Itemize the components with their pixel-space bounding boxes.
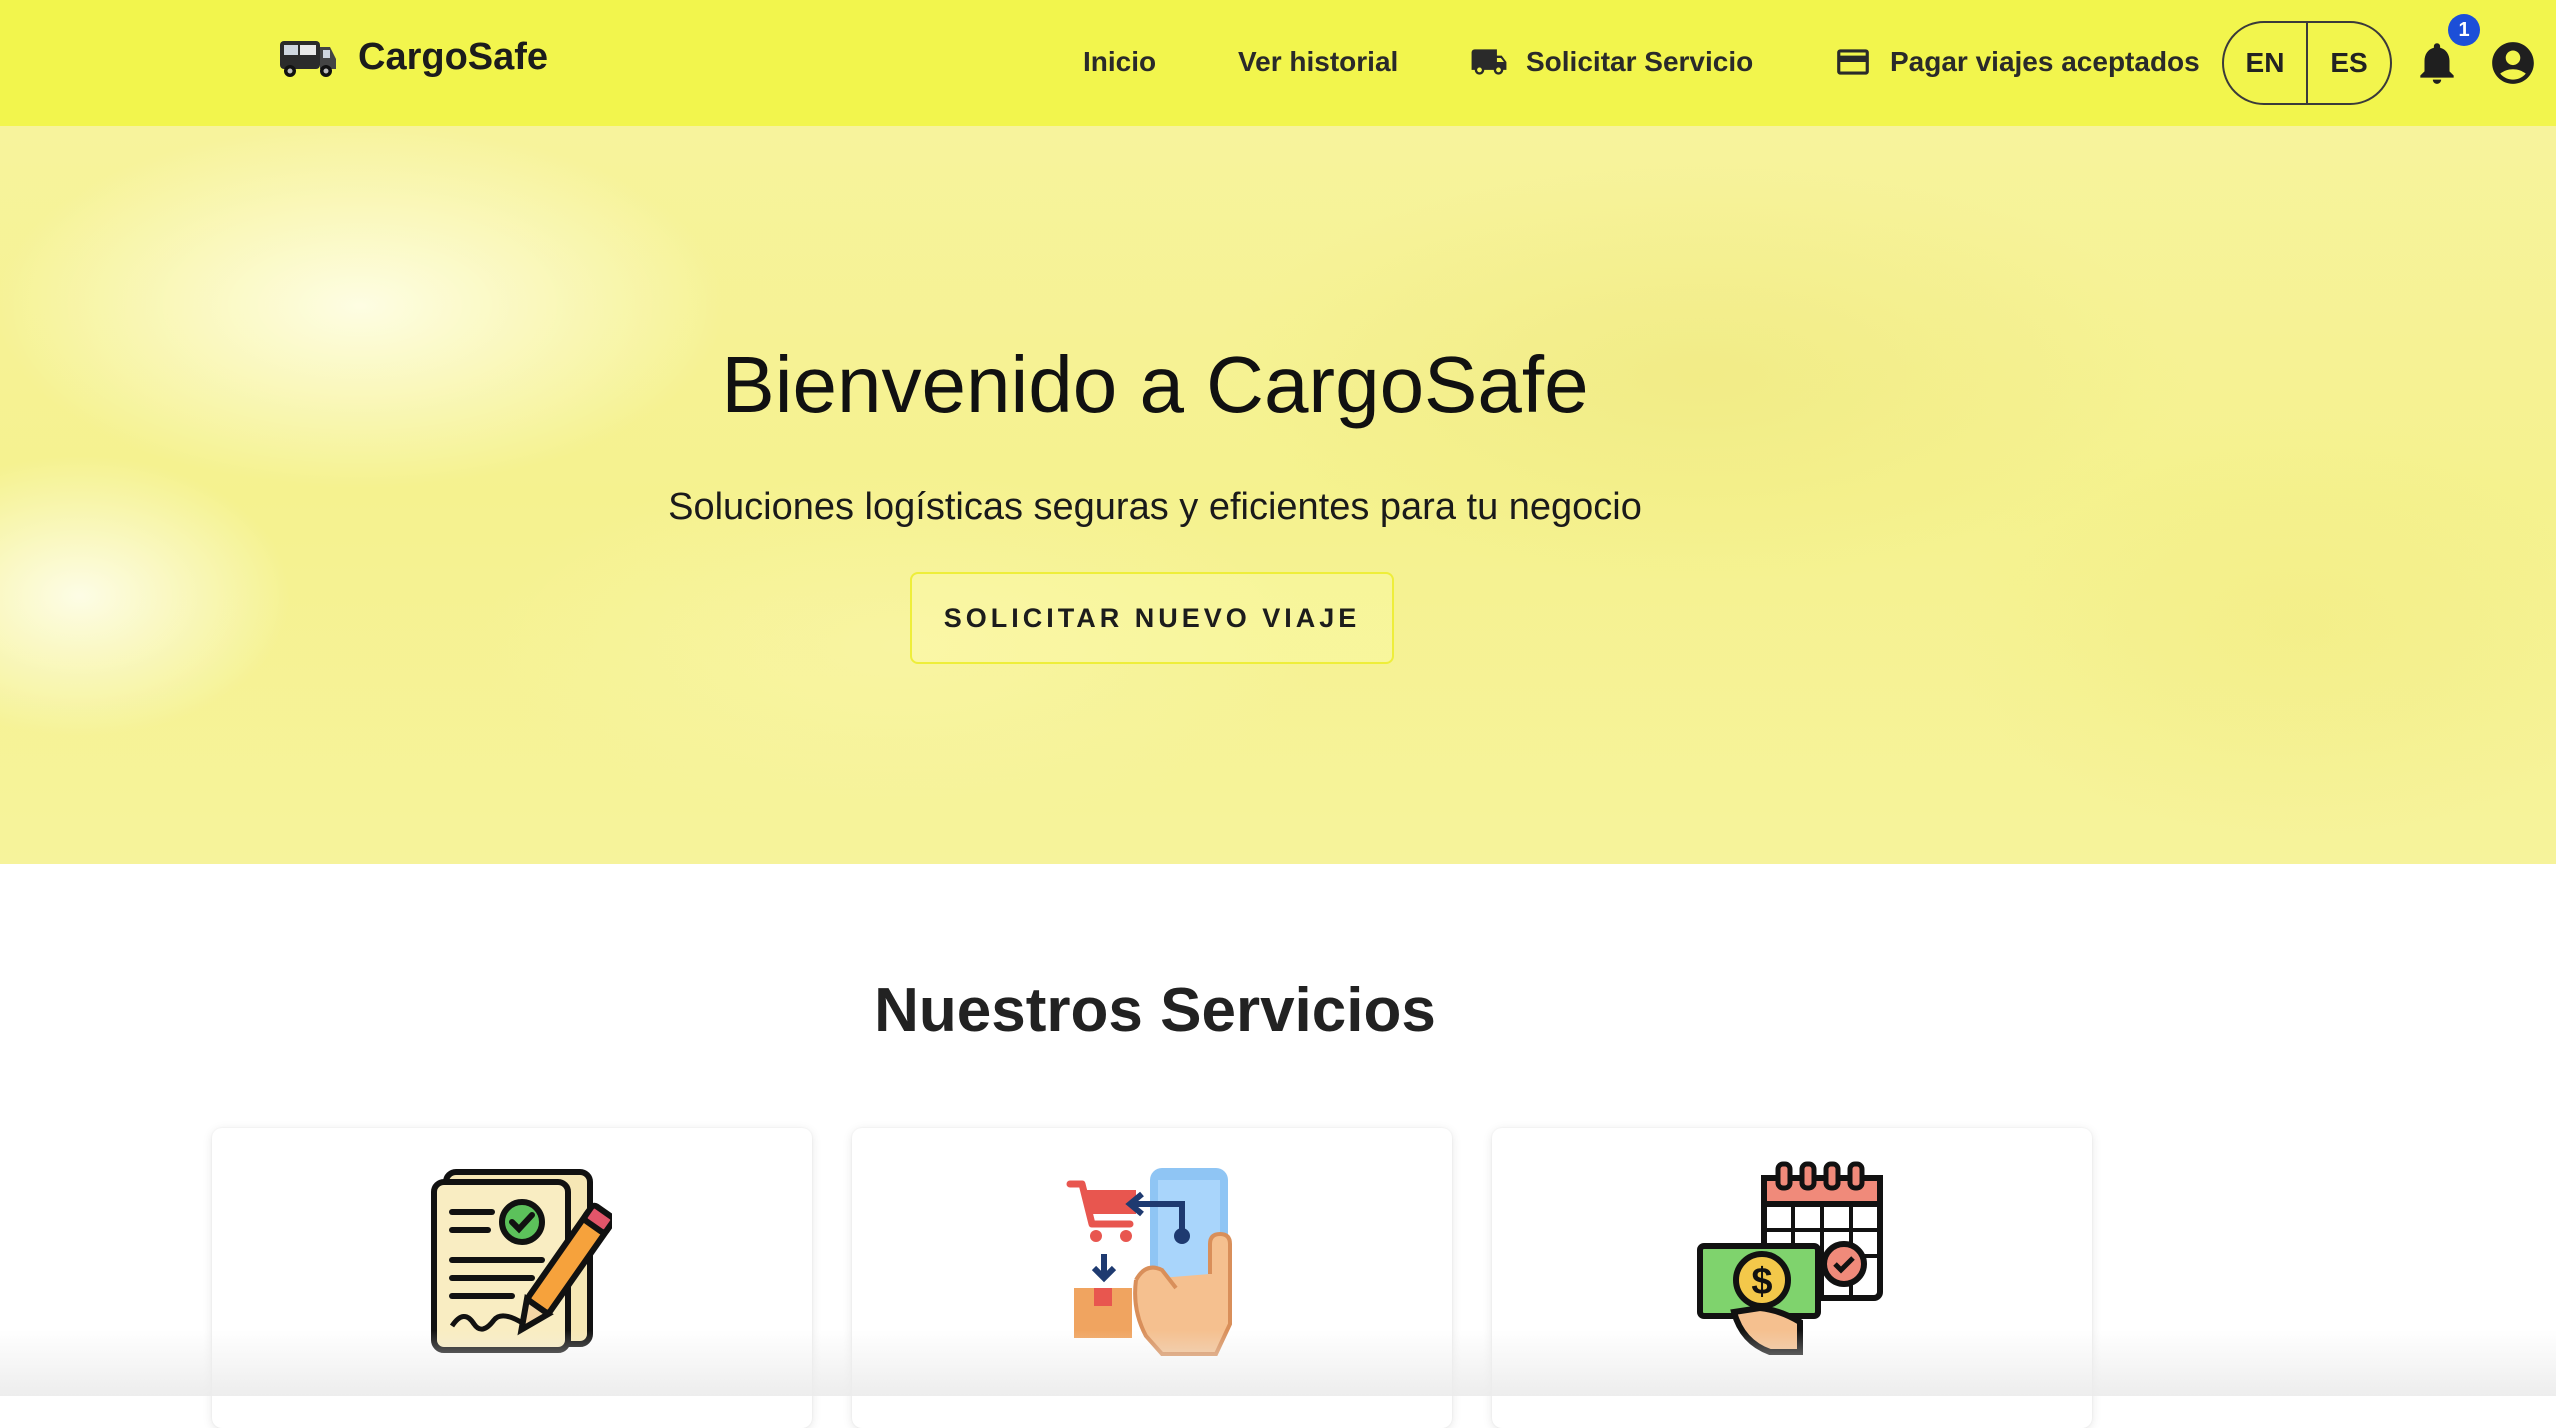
credit-card-icon xyxy=(1837,49,1869,75)
contract-signing-icon xyxy=(431,1169,612,1353)
nav-link-ver-historial[interactable]: Ver historial xyxy=(1238,40,1398,84)
nav-link-pagar-viajes[interactable]: Pagar viajes aceptados xyxy=(1834,40,2200,84)
account-circle-icon[interactable] xyxy=(2488,38,2538,88)
brand[interactable]: CargoSafe xyxy=(276,22,548,92)
nav-link-solicitar-servicio[interactable]: Solicitar Servicio xyxy=(1470,40,1753,84)
nav-link-inicio[interactable]: Inicio xyxy=(1083,40,1156,84)
hero-title: Bienvenido a CargoSafe xyxy=(721,340,1589,429)
brand-name: CargoSafe xyxy=(358,35,549,78)
service-card-contract[interactable] xyxy=(212,1128,812,1428)
service-card-payment-schedule[interactable]: $ xyxy=(1492,1128,2092,1428)
nav-link-label: Ver historial xyxy=(1238,46,1399,77)
nav-link-label: Inicio xyxy=(1083,46,1157,77)
lang-es-button[interactable]: ES xyxy=(2306,23,2390,103)
top-navbar: CargoSafe Inicio Ver historial Solicitar… xyxy=(0,0,2556,126)
truck-icon xyxy=(1471,49,1507,75)
nav-link-label: Solicitar Servicio xyxy=(1526,46,1754,77)
notification-badge: 1 xyxy=(2448,14,2480,46)
service-card-mobile-order[interactable] xyxy=(852,1128,1452,1428)
request-new-trip-button[interactable]: SOLICITAR NUEVO VIAJE xyxy=(910,572,1394,664)
services-title: Nuestros Servicios xyxy=(874,976,1436,1045)
lang-en-button[interactable]: EN xyxy=(2224,23,2306,103)
svg-text:$: $ xyxy=(1751,1261,1772,1303)
truck-logo-icon xyxy=(280,41,336,77)
hero-subtitle: Soluciones logísticas seguras y eficient… xyxy=(668,486,1642,528)
bell-icon[interactable] xyxy=(2412,38,2462,88)
mobile-order-icon xyxy=(1066,1168,1232,1356)
hero-banner: Bienvenido a CargoSafe Soluciones logíst… xyxy=(0,126,2556,864)
nav-link-label: Pagar viajes aceptados xyxy=(1890,46,2200,77)
language-toggle: EN ES xyxy=(2222,21,2392,105)
payment-schedule-icon: $ xyxy=(1697,1161,1883,1355)
